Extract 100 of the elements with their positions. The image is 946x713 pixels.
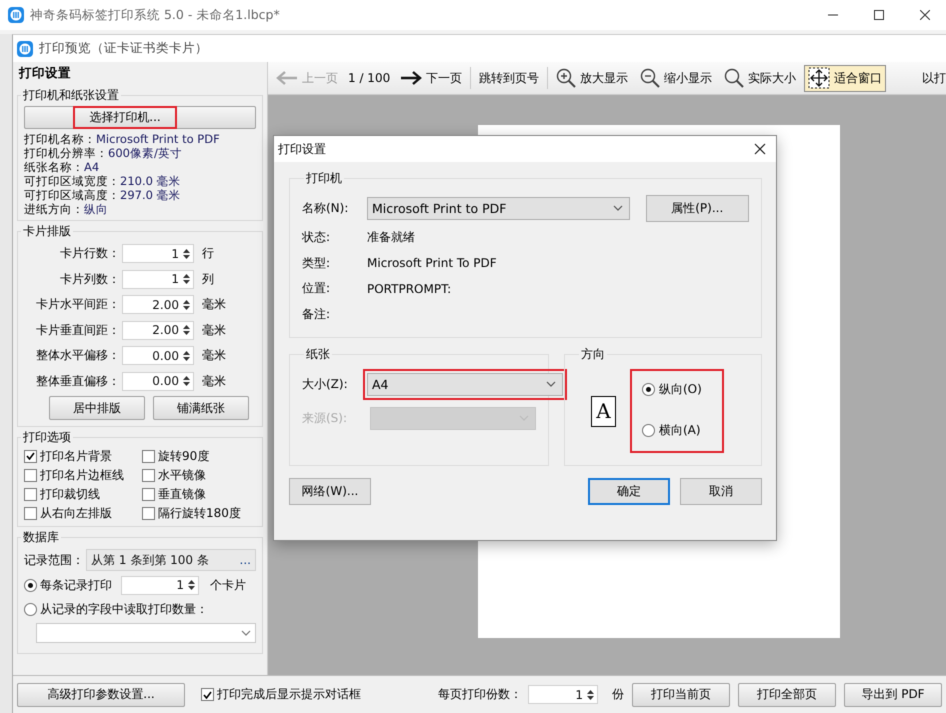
network-button[interactable]: 网络(W)... [289,478,371,505]
toolbar-button[interactable]: 缩小显示 [636,64,716,92]
field-label: 类型: [302,254,332,272]
checkbox[interactable] [24,506,37,520]
unit-label: 个卡片 [210,576,246,594]
checkbox[interactable] [24,450,37,462]
field-label: 整体垂直偏移： [35,372,120,390]
toolbar-button[interactable]: 实际大小 [720,64,800,92]
field-label: 名称(N): [302,200,350,216]
checkbox[interactable] [142,488,155,500]
info-text: 打印机名称：Microsoft Print to PDF [24,132,221,146]
number-field[interactable]: 1 [122,244,194,264]
portrait-page-icon: A [591,396,616,426]
cancel-button[interactable]: 取消 [680,478,762,505]
page-counter: 1 / 100 [347,71,392,85]
number-field[interactable]: 1 [122,270,194,289]
print-button[interactable]: 打印全部页 [738,682,836,706]
toolbar-label: 以打 [922,70,946,86]
window-title: 神奇条码标签打印系统 5.0 - 未命名1.lbcp* [30,6,280,24]
unit-label: 毫米 [202,347,226,364]
field-label: 大小(Z): [302,376,349,392]
info-text: 可打印区域高度：297.0 毫米 [24,188,182,202]
number-field[interactable]: 0.00 [122,346,194,366]
number-field[interactable]: 2.00 [122,320,194,340]
toolbar-button[interactable]: 跳转到页号 [475,64,544,92]
radio-label: 从记录的字段中读取打印数量： [40,600,208,618]
field-label: 备注: [302,306,332,323]
toolbar-button[interactable]: 适合窗口 [804,64,886,92]
fit-window-icon [808,67,830,89]
field-label: 位置: [302,280,332,298]
radio-button[interactable] [24,602,37,616]
dropdown-field[interactable] [36,623,256,643]
ok-button[interactable]: 确定 [588,478,670,505]
unit-label: 份 [612,686,624,703]
caret-icon [241,630,251,636]
spin-arrows-icon [183,324,190,336]
advanced-settings-button[interactable]: 高级打印参数设置... [17,682,185,706]
spin-arrows-icon [183,298,190,311]
option-label: 垂直镜像 [158,486,206,502]
checkbox[interactable] [142,506,155,520]
field-label: 卡片水平间距： [35,296,120,314]
caret-icon [612,205,623,211]
option-label: 打印名片边框线 [40,466,124,484]
option-label: 打印完成后显示提示对话框 [217,686,361,703]
unit-label: 列 [202,270,214,288]
field-label: 卡片行数： [59,245,120,262]
group-title: 卡片排版 [22,223,72,240]
radio-button[interactable] [642,383,655,396]
spin-arrows-icon [587,688,594,700]
field-label: 卡片列数： [59,270,120,288]
option-label: 从右向左排版 [40,504,112,522]
app-icon [17,40,33,56]
group-title: 打印机和纸张设置 [22,87,120,104]
paper-size-dropdown[interactable]: A4 [367,372,563,396]
print-button[interactable]: 导出到 PDF [844,682,942,706]
range-field[interactable]: 从第 1 条到第 100 条 ... [86,549,256,571]
checkbox[interactable] [142,450,155,462]
radio-button[interactable] [642,424,655,437]
print-button[interactable]: 打印当前页 [632,682,730,706]
arrow-right-icon [400,70,422,86]
unit-label: 毫米 [202,372,226,390]
option-label: 打印名片背景 [40,448,112,464]
number-field[interactable]: 1 [121,576,199,594]
properties-button[interactable]: 属性(P)... [646,194,749,222]
option-label: 隔行旋转180度 [158,504,241,522]
toolbar-button[interactable]: 下一页 [396,64,466,92]
select-printer-button[interactable]: 选择打印机... [24,106,256,129]
option-label: 打印裁切线 [40,486,100,502]
dialog-title: 打印设置 [278,140,326,158]
field-label: 每页打印份数： [438,686,522,703]
checkbox[interactable] [142,468,155,482]
group-title: 方向 [580,346,606,363]
window-title: 打印预览（证卡证书类卡片） [39,40,208,57]
field-label: 整体水平偏移： [35,347,120,364]
info-text: 打印机分辨率：600像素/英寸 [24,146,183,160]
number-field[interactable]: 1 [528,685,598,704]
app-icon [8,7,24,23]
printer-dropdown[interactable]: Microsoft Print to PDF [367,196,630,220]
zoom-in-icon [556,68,576,88]
number-field[interactable]: 2.00 [122,295,194,314]
layout-button[interactable]: 铺满纸张 [153,396,249,420]
maximize-icon [874,10,884,20]
field-label: 来源(S): [302,410,348,426]
group-title: 打印选项 [22,429,72,446]
number-field[interactable]: 0.00 [122,372,194,391]
checkbox[interactable] [24,488,37,500]
unit-label: 行 [202,245,214,262]
radio-label: 纵向(O) [659,381,702,398]
field-value: 准备就绪 [367,229,415,246]
layout-button[interactable]: 居中排版 [49,396,145,420]
option-label: 水平镜像 [158,466,206,484]
checkbox[interactable] [201,688,214,701]
group-title: 打印机 [305,170,343,187]
unit-label: 毫米 [202,322,226,339]
toolbar-button[interactable]: 放大显示 [552,64,632,92]
spin-arrows-icon [183,248,190,260]
option-label: 旋转90度 [158,448,210,464]
checkbox[interactable] [24,468,37,482]
radio-button[interactable] [24,578,37,592]
field-value: Microsoft Print To PDF [367,256,497,270]
